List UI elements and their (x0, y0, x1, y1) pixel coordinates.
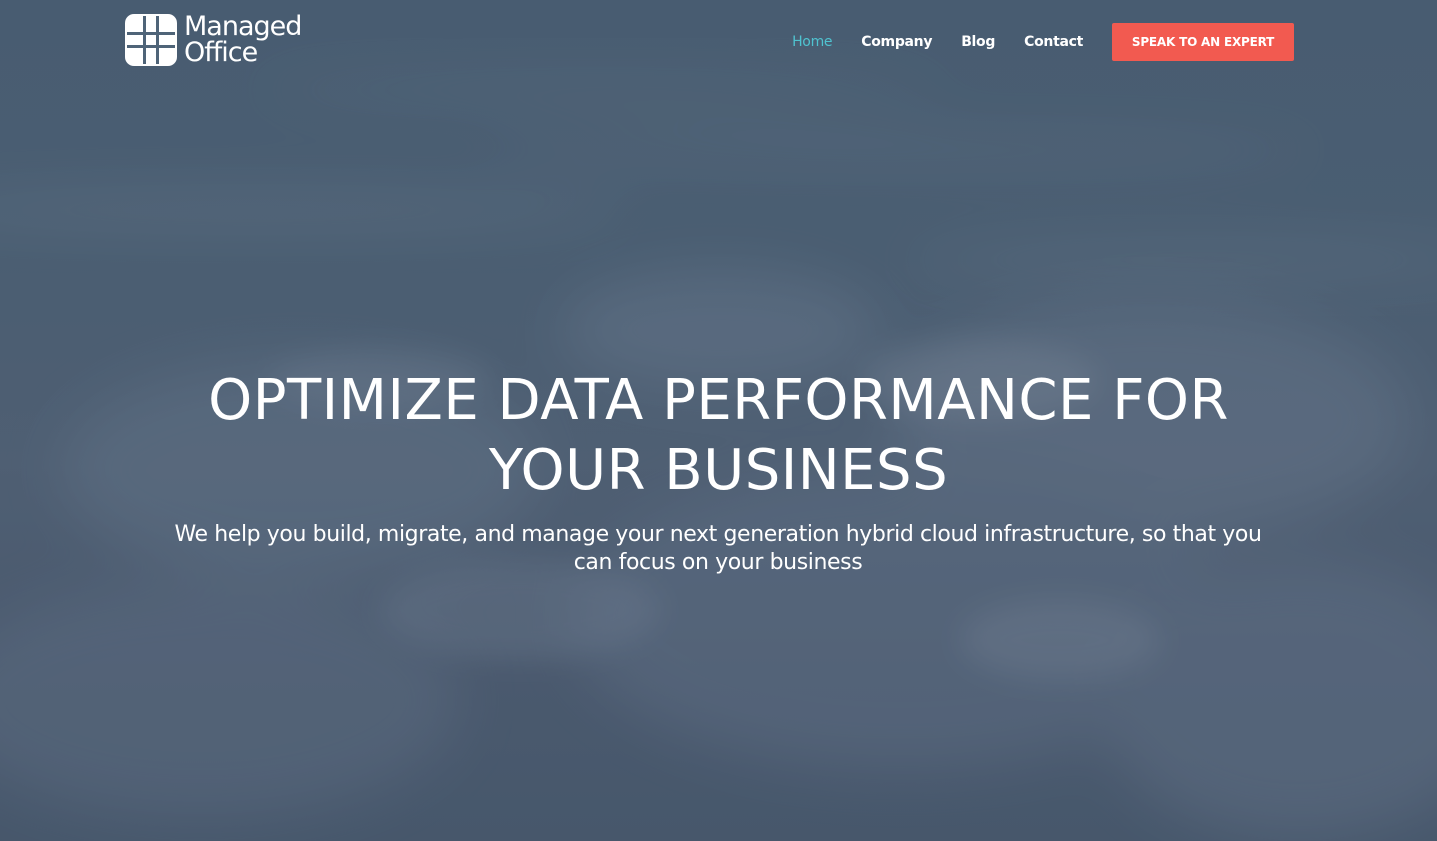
hero-headline-line-2: YOUR BUSINESS (488, 438, 949, 503)
hero-headline: OPTIMIZE DATA PERFORMANCE FOR YOUR BUSIN… (0, 366, 1437, 506)
hero-headline-line-1: OPTIMIZE DATA PERFORMANCE FOR (208, 368, 1229, 433)
main-nav: Home Company Blog Contact SPEAK TO AN EX… (792, 23, 1294, 61)
nav-item-home[interactable]: Home (792, 34, 832, 50)
hero-subheadline-line-1: We help you build, migrate, and manage y… (174, 522, 1262, 547)
nav-item-contact[interactable]: Contact (1024, 34, 1083, 50)
site-header: Managed Office Home Company Blog Contact… (0, 0, 1437, 84)
brand-name: Managed Office (184, 13, 302, 68)
brand-logo[interactable]: Managed Office (124, 12, 302, 68)
brand-line-2: Office (184, 37, 258, 68)
hero-subheadline-line-2: can focus on your business (573, 550, 863, 575)
speak-to-expert-button[interactable]: SPEAK TO AN EXPERT (1112, 23, 1294, 61)
nav-item-blog[interactable]: Blog (961, 34, 995, 50)
nav-item-company[interactable]: Company (861, 34, 932, 50)
hero-subheadline: We help you build, migrate, and manage y… (118, 521, 1318, 577)
logo-cross-icon (125, 14, 177, 66)
